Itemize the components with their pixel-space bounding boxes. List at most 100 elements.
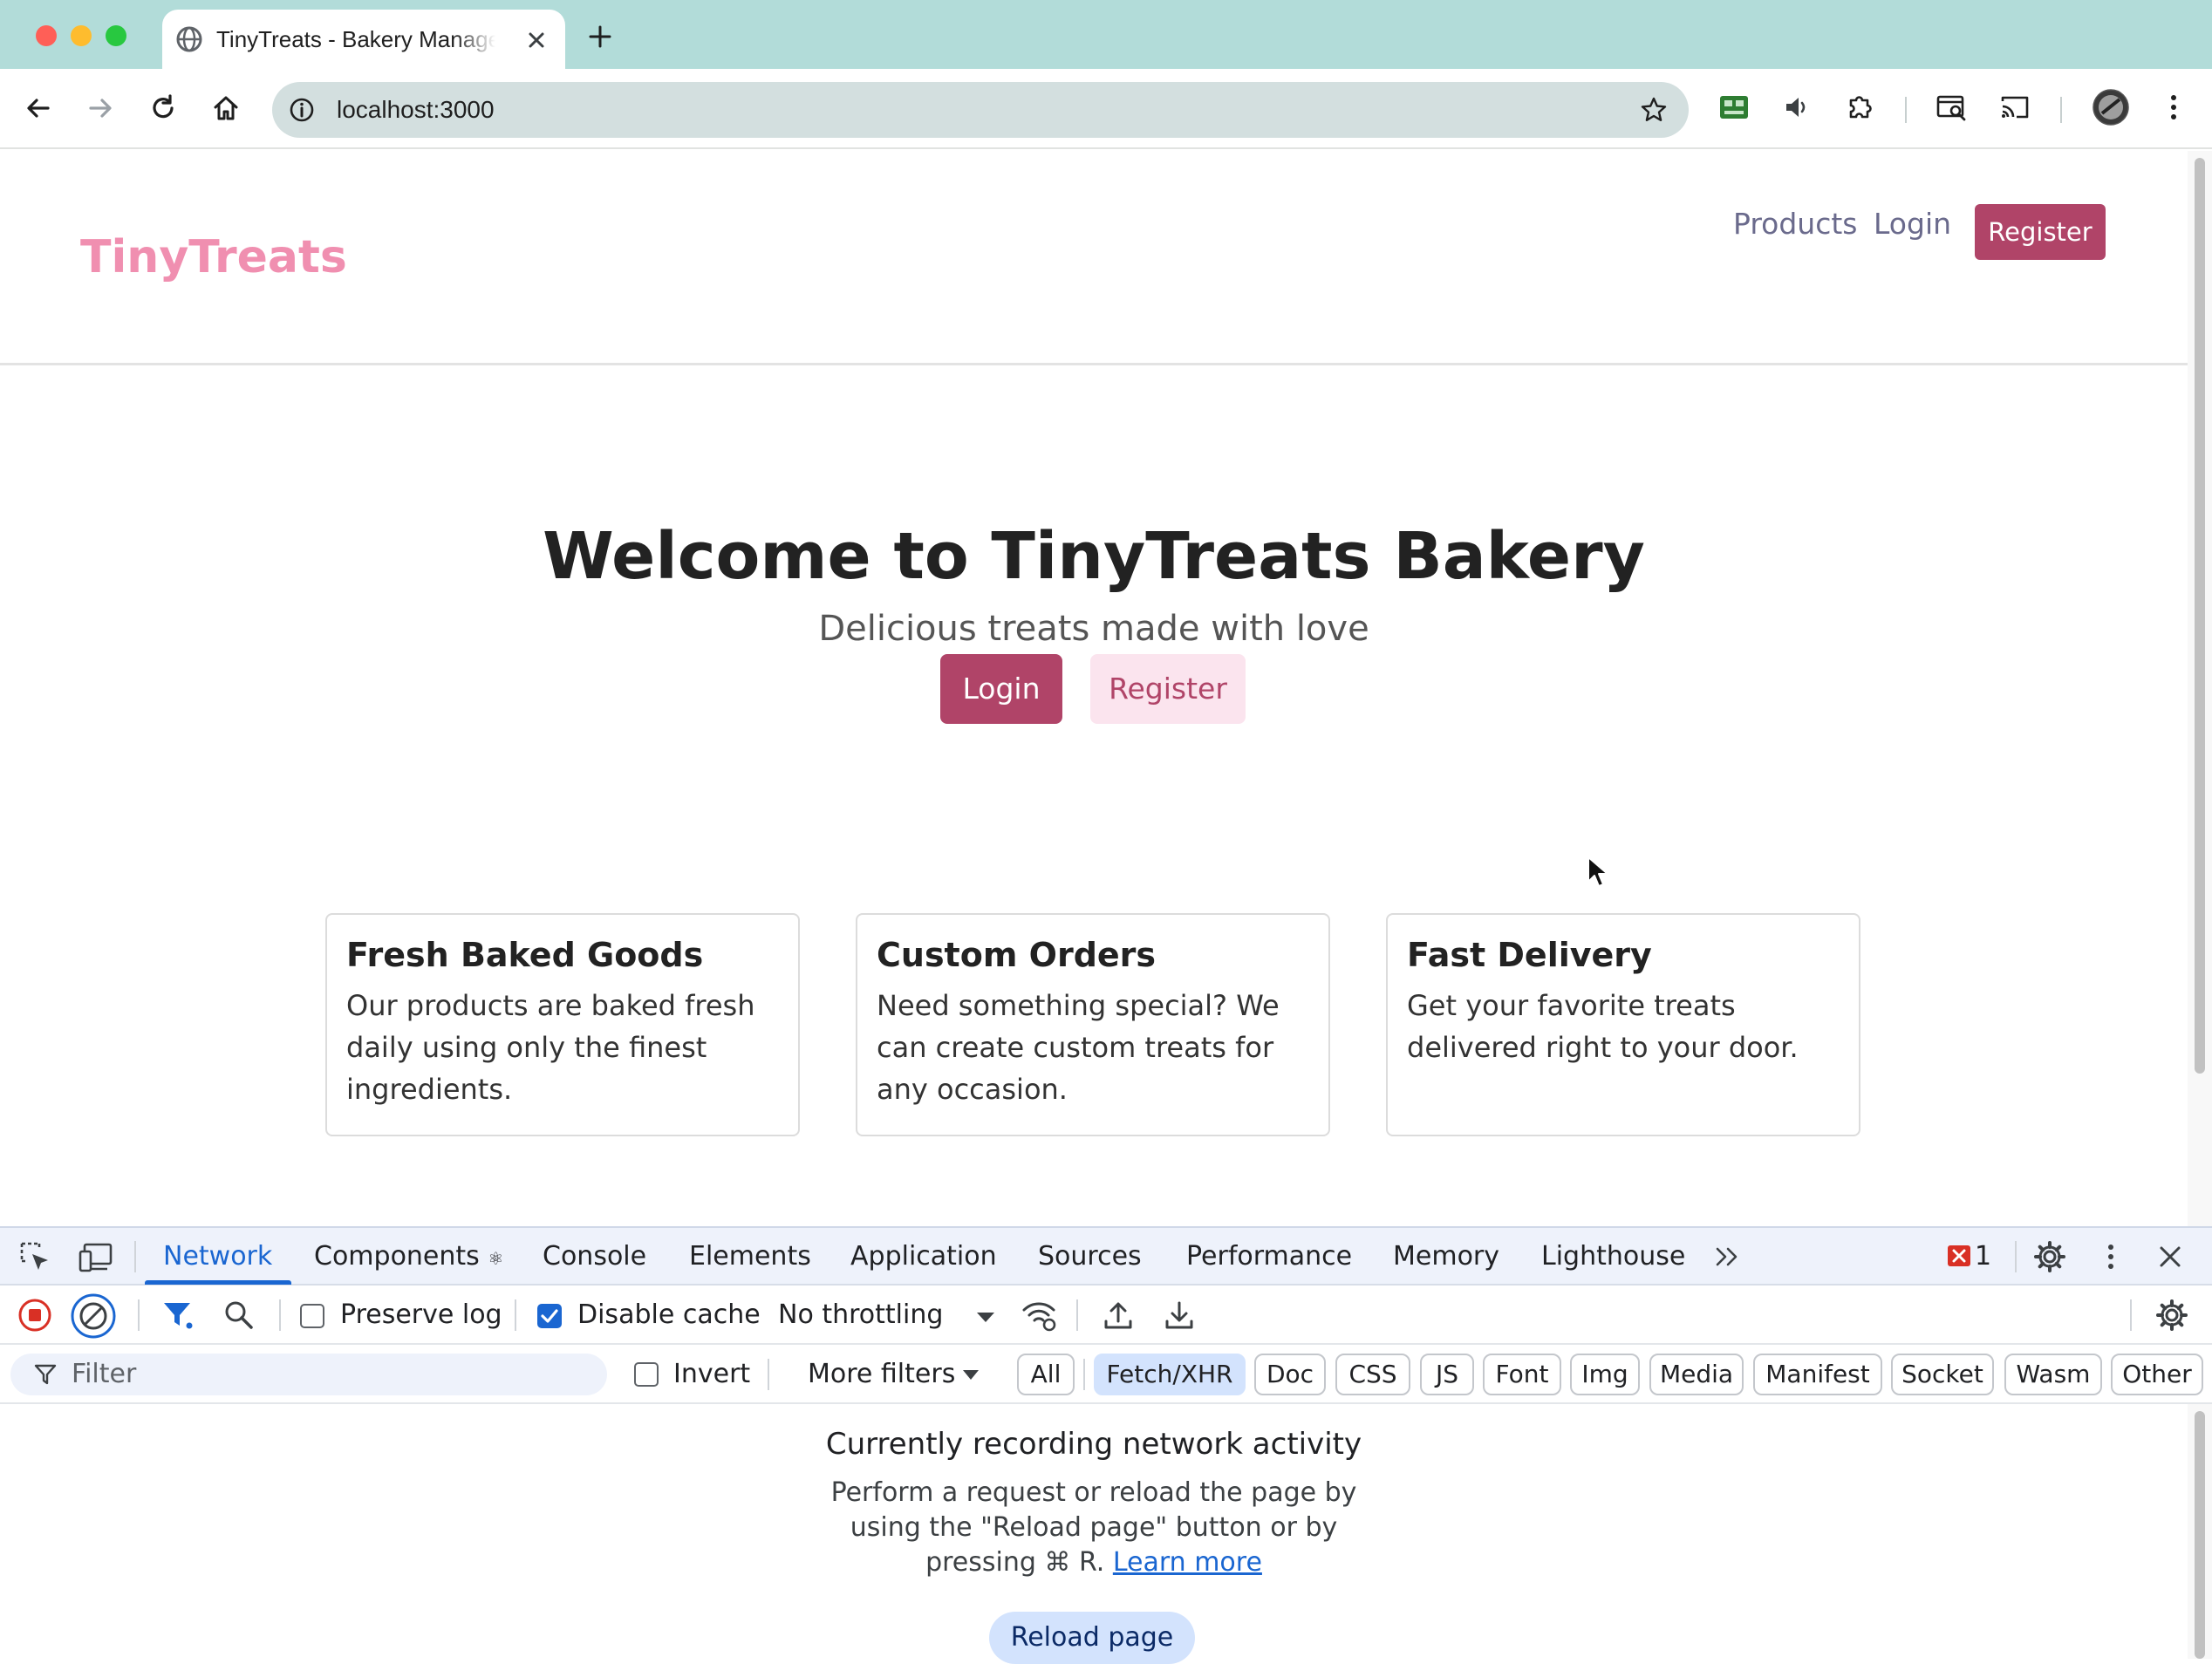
filter-input[interactable]: Filter <box>10 1354 607 1395</box>
window-minimize-button[interactable] <box>71 25 92 46</box>
invert-checkbox[interactable] <box>634 1362 659 1387</box>
extension-green-icon[interactable] <box>1715 88 1753 126</box>
tab-elements[interactable]: Elements <box>689 1228 811 1286</box>
clear-log-icon[interactable] <box>70 1292 117 1340</box>
devtools-panel: Network Components ⚛ Console Elements Ap… <box>0 1226 2212 1664</box>
kebab-menu-icon[interactable] <box>2092 1238 2130 1276</box>
disable-cache-checkbox[interactable] <box>537 1304 562 1328</box>
tab-components-label: Components <box>314 1241 480 1272</box>
filter-chip-font[interactable]: Font <box>1483 1354 1561 1395</box>
record-stop-icon[interactable] <box>16 1296 54 1334</box>
inspect-element-icon[interactable] <box>16 1238 54 1276</box>
toolbar-divider <box>2060 97 2062 123</box>
download-icon[interactable] <box>1160 1296 1198 1334</box>
devtools-scrollbar[interactable] <box>2188 1404 2212 1659</box>
nav-login-link[interactable]: Login <box>1874 203 1951 245</box>
network-conditions-icon[interactable] <box>1021 1296 1059 1334</box>
empty-state-line: using the "Reload page" button or by <box>850 1512 1338 1543</box>
feature-card: Fresh Baked Goods Our products are baked… <box>325 913 800 1136</box>
empty-state-title: Currently recording network activity <box>825 1427 1362 1462</box>
filter-chip-manifest[interactable]: Manifest <box>1753 1354 1882 1395</box>
more-tabs-chevron-icon[interactable] <box>1708 1238 1746 1276</box>
browser-toolbar: localhost:3000 <box>0 69 2212 149</box>
preserve-log-label[interactable]: Preserve log <box>340 1286 502 1345</box>
filter-chip-other[interactable]: Other <box>2111 1354 2203 1395</box>
toolbar-divider <box>1076 1299 1078 1331</box>
page-scrollbar[interactable] <box>2188 151 2212 1226</box>
arrow-left-icon[interactable] <box>18 88 58 128</box>
devtools-tab-bar: Network Components ⚛ Console Elements Ap… <box>0 1228 2212 1286</box>
puzzle-icon[interactable] <box>1840 88 1879 126</box>
filter-chip-js[interactable]: JS <box>1420 1354 1474 1395</box>
home-icon[interactable] <box>206 88 246 128</box>
error-icon[interactable] <box>1947 1245 1971 1267</box>
triangle-down-icon[interactable] <box>961 1367 980 1381</box>
tab-application[interactable]: Application <box>850 1228 997 1286</box>
feature-card: Custom Orders Need something special? We… <box>856 913 1330 1136</box>
invert-label[interactable]: Invert <box>673 1345 750 1404</box>
close-icon[interactable] <box>2151 1238 2189 1276</box>
tab-memory[interactable]: Memory <box>1393 1228 1499 1286</box>
cast-icon[interactable] <box>1996 88 2034 126</box>
empty-state-line: Perform a request or reload the page by <box>830 1477 1357 1508</box>
reload-page-button[interactable]: Reload page <box>989 1612 1195 1664</box>
filter-chip-img[interactable]: Img <box>1570 1354 1640 1395</box>
filter-icon[interactable] <box>159 1296 197 1334</box>
hero-register-button[interactable]: Register <box>1090 654 1246 724</box>
filter-chip-media[interactable]: Media <box>1649 1354 1744 1395</box>
tab-performance[interactable]: Performance <box>1186 1228 1352 1286</box>
kebab-menu-icon[interactable] <box>2154 88 2193 126</box>
close-icon[interactable] <box>525 29 548 51</box>
toolbar-divider <box>279 1299 281 1331</box>
hero-login-button[interactable]: Login <box>940 654 1062 724</box>
tab-sources[interactable]: Sources <box>1038 1228 1142 1286</box>
page-viewport: TinyTreats Products Login Register Welco… <box>0 151 2188 1226</box>
search-tab-icon[interactable] <box>1933 88 1971 126</box>
avatar[interactable] <box>2092 88 2130 126</box>
tab-network[interactable]: Network <box>163 1228 272 1286</box>
browser-tab[interactable]: TinyTreats - Bakery Management <box>162 10 565 71</box>
search-icon[interactable] <box>220 1296 258 1334</box>
more-filters-dropdown[interactable]: More filters <box>808 1345 955 1404</box>
filter-chip-fetch-xhr[interactable]: Fetch/XHR <box>1094 1354 1246 1395</box>
toolbar-divider <box>515 1299 516 1331</box>
plus-icon[interactable] <box>583 19 618 54</box>
filter-chip-socket[interactable]: Socket <box>1891 1354 1994 1395</box>
devtools-scrollbar-thumb[interactable] <box>2195 1411 2205 1659</box>
filter-chip-all[interactable]: All <box>1017 1354 1075 1395</box>
error-count[interactable]: 1 <box>1975 1228 1991 1286</box>
arrow-right-icon[interactable] <box>80 88 120 128</box>
active-tab-indicator <box>145 1280 291 1285</box>
preserve-log-checkbox[interactable] <box>300 1304 324 1328</box>
tab-lighthouse[interactable]: Lighthouse <box>1541 1228 1685 1286</box>
nav-register-button[interactable]: Register <box>1975 204 2106 260</box>
info-icon[interactable] <box>286 94 317 126</box>
toolbar-divider <box>2015 1241 2017 1272</box>
device-toolbar-icon[interactable] <box>77 1238 115 1276</box>
filter-chip-wasm[interactable]: Wasm <box>2004 1354 2102 1395</box>
window-maximize-button[interactable] <box>106 25 126 46</box>
triangle-down-icon[interactable] <box>966 1298 1005 1336</box>
filter-chip-css[interactable]: CSS <box>1335 1354 1410 1395</box>
gear-icon[interactable] <box>2031 1238 2069 1276</box>
page-scrollbar-thumb[interactable] <box>2195 158 2205 1074</box>
tab-console[interactable]: Console <box>543 1228 646 1286</box>
network-empty-state: Currently recording network activity Per… <box>0 1404 2188 1664</box>
reload-icon[interactable] <box>143 88 183 128</box>
address-bar[interactable]: localhost:3000 <box>272 82 1689 138</box>
star-icon[interactable] <box>1638 94 1669 126</box>
disable-cache-label[interactable]: Disable cache <box>577 1286 761 1345</box>
upload-icon[interactable] <box>1099 1296 1137 1334</box>
nav-products-link[interactable]: Products <box>1733 203 1858 245</box>
hero-subtitle: Delicious treats made with love <box>818 609 1369 649</box>
tab-components[interactable]: Components ⚛ <box>314 1228 503 1287</box>
speaker-icon[interactable] <box>1778 88 1816 126</box>
learn-more-link[interactable]: Learn more <box>1113 1547 1262 1578</box>
globe-icon <box>175 25 203 53</box>
filter-chip-doc[interactable]: Doc <box>1254 1354 1326 1395</box>
window-close-button[interactable] <box>36 25 57 46</box>
throttling-select[interactable]: No throttling <box>778 1286 943 1345</box>
brand-logo[interactable]: TinyTreats <box>80 231 347 283</box>
feature-text: Our products are baked fresh daily using… <box>346 989 755 1106</box>
gear-icon[interactable] <box>2153 1296 2191 1334</box>
